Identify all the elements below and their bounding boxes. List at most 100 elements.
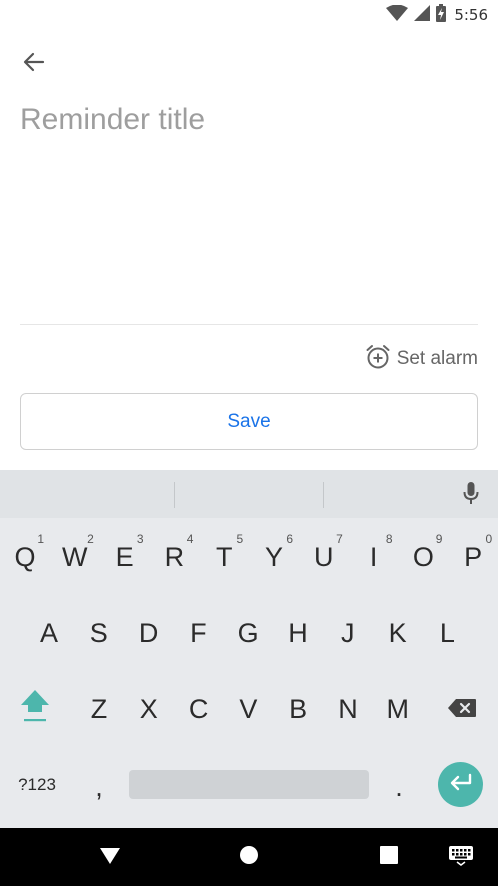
key-f[interactable]: F: [173, 600, 223, 666]
key-m[interactable]: M: [373, 676, 423, 742]
key-v[interactable]: V: [223, 676, 273, 742]
enter-key[interactable]: [438, 762, 483, 807]
status-icons: 5:56: [386, 3, 488, 27]
status-bar: 5:56: [0, 0, 498, 30]
key-o[interactable]: O9: [398, 524, 448, 590]
comma-key[interactable]: ,: [74, 754, 124, 820]
key-j[interactable]: J: [323, 600, 373, 666]
suggestion-divider: [323, 482, 324, 508]
key-h[interactable]: H: [273, 600, 323, 666]
wifi-icon: [386, 4, 409, 26]
key-hint: 8: [385, 532, 393, 546]
save-label: Save: [227, 410, 271, 432]
key-l[interactable]: L: [422, 600, 472, 666]
navigation-bar: [0, 828, 498, 886]
key-hint: 1: [37, 532, 44, 546]
key-w[interactable]: W2: [50, 524, 100, 590]
key-label: S: [89, 617, 108, 648]
back-triangle-icon: [99, 845, 121, 870]
set-alarm-label: Set alarm: [396, 348, 478, 369]
key-i[interactable]: I8: [349, 524, 399, 590]
microphone-icon: [463, 481, 479, 510]
key-hint: 9: [435, 532, 443, 546]
key-hint: 4: [186, 532, 194, 546]
suggestion-divider: [174, 482, 175, 508]
key-label: K: [388, 617, 407, 648]
key-a[interactable]: A: [24, 600, 74, 666]
enter-icon: [449, 773, 473, 796]
key-r[interactable]: R4: [149, 524, 199, 590]
key-label: Z: [90, 693, 108, 724]
reminder-title-input[interactable]: [20, 98, 478, 142]
alarm-add-icon: [365, 344, 391, 375]
shift-key[interactable]: [10, 676, 60, 742]
symbols-key[interactable]: ?123: [7, 752, 67, 818]
key-label: E: [115, 541, 134, 572]
set-alarm-button[interactable]: Set alarm: [365, 344, 478, 374]
key-label: R: [164, 541, 185, 572]
key-hint: 5: [236, 532, 244, 546]
key-y[interactable]: Y6: [249, 524, 299, 590]
backspace-icon: [447, 694, 477, 725]
key-label: X: [139, 693, 158, 724]
key-hint: 0: [485, 532, 493, 546]
key-label: B: [289, 693, 308, 724]
key-hint: 6: [286, 532, 293, 546]
home-circle-icon: [239, 845, 259, 870]
key-label: J: [341, 617, 355, 648]
key-n[interactable]: N: [323, 676, 373, 742]
key-label: P: [464, 541, 483, 572]
backspace-key[interactable]: [437, 676, 487, 742]
keyboard-switch-icon: [448, 844, 474, 871]
key-label: I: [369, 541, 378, 572]
nav-back-button[interactable]: [95, 842, 125, 872]
key-label: O: [412, 541, 434, 572]
key-label: V: [239, 693, 258, 724]
key-s[interactable]: S: [74, 600, 124, 666]
arrow-left-icon: [23, 51, 45, 78]
key-hint: 3: [136, 532, 144, 546]
key-label: A: [39, 617, 58, 648]
key-hint: 7: [336, 532, 343, 546]
key-label: T: [215, 541, 233, 572]
nav-home-button[interactable]: [234, 842, 264, 872]
space-bar[interactable]: [129, 770, 369, 799]
key-x[interactable]: X: [124, 676, 174, 742]
key-q[interactable]: Q1: [0, 524, 50, 590]
key-c[interactable]: C: [174, 676, 224, 742]
suggestion-bar: [0, 470, 498, 518]
key-b[interactable]: B: [273, 676, 323, 742]
recents-square-icon: [380, 845, 398, 869]
key-e[interactable]: E3: [100, 524, 150, 590]
divider: [20, 324, 478, 325]
period-key[interactable]: .: [374, 754, 424, 820]
key-label: C: [188, 693, 209, 724]
key-label: Q: [14, 541, 36, 572]
key-hint: 2: [87, 532, 94, 546]
signal-icon: [414, 4, 431, 26]
keyboard-switch-button[interactable]: [446, 842, 476, 872]
save-button[interactable]: Save: [20, 393, 478, 450]
key-label: U: [314, 541, 334, 572]
key-d[interactable]: D: [124, 600, 174, 666]
key-label: M: [386, 693, 410, 724]
key-label: W: [62, 541, 88, 572]
key-k[interactable]: K: [373, 600, 423, 666]
key-label: L: [439, 617, 455, 648]
key-u[interactable]: U7: [299, 524, 349, 590]
key-label: D: [138, 617, 159, 648]
key-label: H: [288, 617, 308, 648]
battery-charging-icon: [436, 3, 447, 27]
key-g[interactable]: G: [223, 600, 273, 666]
key-t[interactable]: T5: [199, 524, 249, 590]
key-label: N: [338, 693, 358, 724]
key-label: Y: [264, 541, 283, 572]
key-label: F: [190, 617, 207, 648]
key-p[interactable]: P0: [448, 524, 498, 590]
nav-recents-button[interactable]: [374, 842, 404, 872]
key-z[interactable]: Z: [74, 676, 124, 742]
back-button[interactable]: [14, 44, 54, 84]
microphone-button[interactable]: [458, 480, 484, 510]
status-time: 5:56: [454, 6, 488, 24]
shift-icon: [20, 688, 50, 731]
